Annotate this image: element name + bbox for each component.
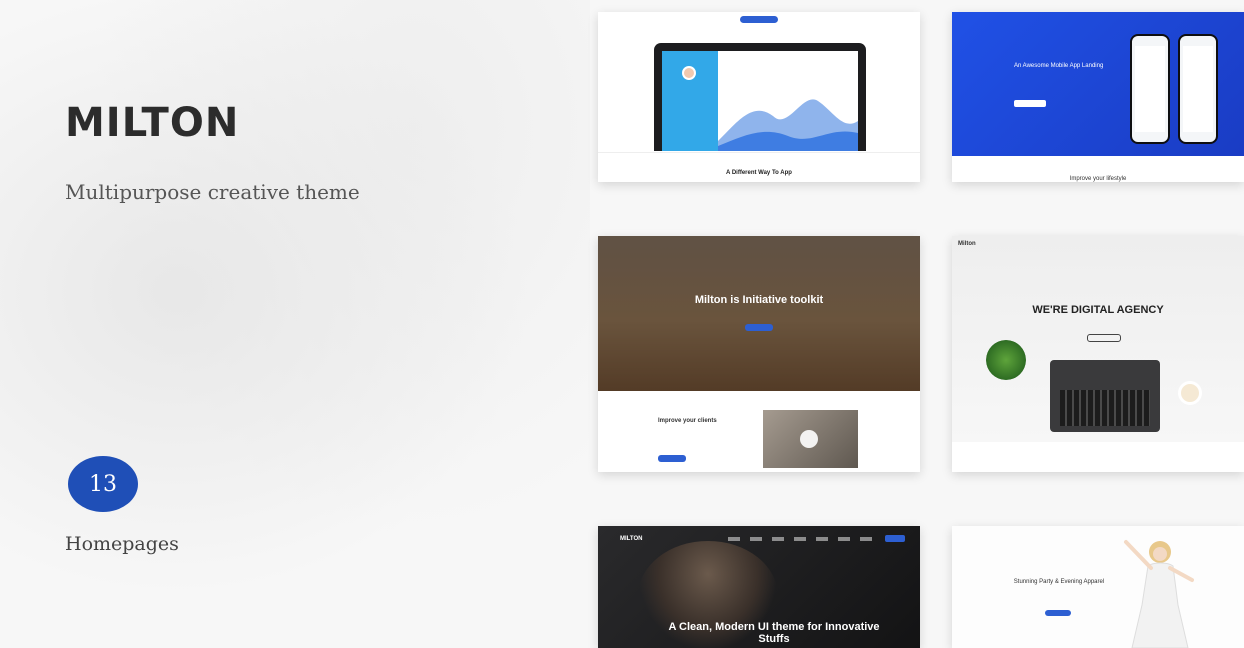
preview-headline: An Awesome Mobile App Landing	[1014, 63, 1104, 69]
preview-headline: Milton is Initiative toolkit	[694, 294, 824, 306]
hero-background	[952, 526, 1244, 648]
preview-logo: Milton	[958, 241, 976, 247]
preview-app[interactable]: A Different Way To App	[598, 12, 920, 182]
homepages-count-badge: 13	[68, 456, 138, 512]
phone-mockup	[1178, 34, 1218, 144]
cta-button	[658, 455, 686, 462]
preview-headline: A Clean, Modern UI theme for Innovative …	[668, 621, 880, 645]
model-photo	[1124, 540, 1194, 648]
top-pill-button	[740, 16, 778, 23]
homepages-label: Homepages	[65, 533, 179, 555]
preview-dark[interactable]: MILTON A Clean, Modern UI theme for Inno…	[598, 526, 920, 648]
video-thumbnail	[763, 410, 858, 468]
phone-mockup	[1130, 34, 1170, 144]
preview-toolkit[interactable]: Milton is Initiative toolkit Improve you…	[598, 236, 920, 472]
cta-button	[1087, 334, 1121, 342]
preview-logo: MILTON	[620, 536, 643, 542]
wave-chart	[718, 99, 858, 151]
cta-button	[1045, 610, 1071, 616]
play-icon	[800, 430, 818, 448]
laptop-mockup	[1050, 360, 1160, 432]
avatar	[682, 66, 696, 80]
preview-fashion[interactable]: Stunning Party & Evening Apparel	[952, 526, 1244, 648]
cta-button	[1014, 100, 1046, 107]
plant-image	[986, 340, 1026, 380]
preview-headline: Stunning Party & Evening Apparel	[1013, 579, 1105, 585]
cta-button	[745, 324, 773, 331]
preview-agency[interactable]: Milton WE'RE DIGITAL AGENCY	[952, 236, 1244, 472]
preview-footer	[598, 152, 920, 182]
coffee-cup-image	[1178, 381, 1202, 405]
preview-headline: WE'RE DIGITAL AGENCY	[1032, 304, 1164, 316]
brand-logo: MILTON	[65, 100, 240, 146]
nav-menu	[728, 537, 878, 541]
laptop-mockup	[654, 43, 866, 151]
brand-tagline: Multipurpose creative theme	[65, 180, 360, 204]
preview-mobile[interactable]: An Awesome Mobile App Landing Improve yo…	[952, 12, 1244, 182]
preview-bottom-caption: Improve your lifestyle	[1069, 176, 1127, 182]
preview-caption: A Different Way To App	[726, 170, 792, 176]
preview-sub-heading: Improve your clients	[658, 418, 717, 424]
nav-button	[885, 535, 905, 542]
